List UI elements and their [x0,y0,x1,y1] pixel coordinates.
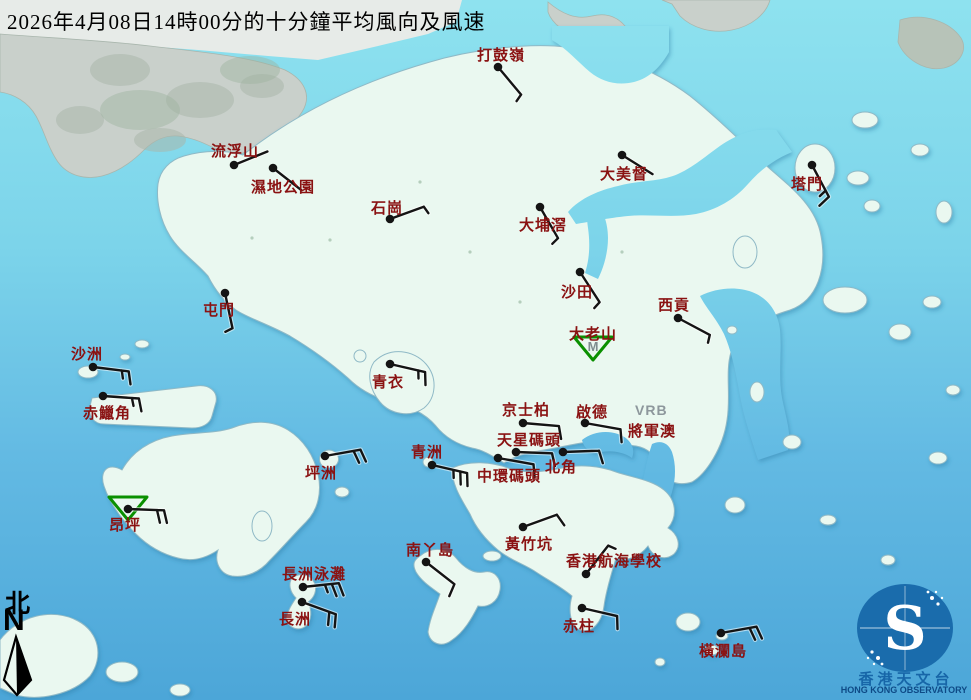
station-label-green-island: 青洲 [411,445,444,461]
station-label-star-ferry: 天星碼頭 [497,433,562,449]
station-label-tuen-mun: 屯門 [203,303,236,319]
station-label-wetland-park: 濕地公園 [251,180,316,196]
station-dot [268,163,278,173]
station-label-chek-lap-kok: 赤鱲角 [83,406,132,422]
station-label-tai-mei-tuk: 大美督 [600,167,649,183]
station-label-tates-cairn: 大老山 [569,327,618,343]
station-dot [123,504,133,514]
station-label-peng-chau: 坪洲 [305,466,338,482]
hko-logo-swirl: S [883,594,926,664]
hko-logo: S [857,584,953,672]
station-dot [617,150,627,160]
station-label-shek-kong: 石崗 [371,201,404,217]
station-label-lamma-island: 南丫島 [406,543,455,559]
station-label-central-pier: 中環碼頭 [477,469,542,485]
station-label-tseung-kwan-o: 將軍澳 [628,424,677,440]
station-label-wong-chuk-hang: 黃竹坑 [505,537,554,553]
station-label-ta-kwu-ling: 打鼓嶺 [477,48,526,64]
station-dot [577,603,587,613]
station-label-stanley: 赤柱 [563,619,596,635]
station-dot [716,628,726,638]
station-label-lau-fau-shan: 流浮山 [211,144,260,160]
station-label-sha-chau: 沙洲 [71,347,104,363]
station-dot [220,288,230,298]
station-label-tsing-yi: 青衣 [372,375,405,391]
station-dot [297,597,307,607]
station-label-cheung-chau: 長洲 [279,612,312,628]
station-dot [320,451,330,461]
map-canvas: M S [0,0,971,700]
station-dot [229,160,239,170]
station-label-tai-po-kau: 大埔滘 [519,218,568,234]
station-label-tap-mun: 塔門 [791,177,824,193]
station-dot [98,391,108,401]
station-label-waglan-island: 橫瀾島 [699,644,748,660]
station-dot [535,202,545,212]
station-label-ngong-ping: 昂坪 [109,518,142,534]
station-label-kings-park: 京士柏 [502,403,551,419]
station-dot [518,522,528,532]
station-label-north-point: 北角 [545,460,578,476]
station-dot [807,160,817,170]
station-label-hk-sea-school: 香港航海學校 [566,554,663,570]
station-label-kai-tak: 啟德 [576,405,609,421]
station-dot [575,267,585,277]
map-title: 2026年4月08日14時00分的十分鐘平均風向及風速 [7,10,486,34]
station-label-sha-tin: 沙田 [561,285,594,301]
station-label-sai-kung: 西貢 [658,298,691,314]
compass-north-letter: N [3,604,25,637]
station-label-cheung-chau-beach: 長洲泳灘 [282,567,347,583]
station-dot [385,359,395,369]
observatory-name-english: HONG KONG OBSERVATORY [840,685,968,695]
station-dot [493,453,503,463]
wind-map: M S 打鼓嶺流浮山濕地公園石崗 大美督塔門大埔滘沙田西貢大老山 屯門沙洲赤鱲角 青衣… [0,0,971,700]
